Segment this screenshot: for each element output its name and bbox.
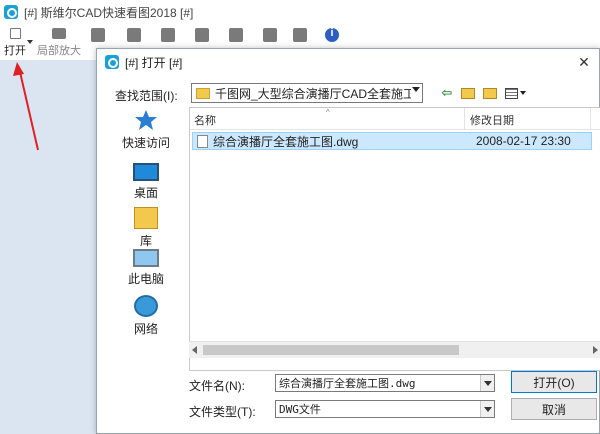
file-type-dropdown[interactable]: DWG文件: [275, 400, 495, 418]
column-name[interactable]: 名称: [194, 112, 216, 128]
app-title: [#] 斯维尔CAD快速看图2018 [#]: [24, 5, 194, 20]
cancel-button[interactable]: 取消: [511, 398, 597, 420]
file-type-value: DWG文件: [279, 403, 321, 416]
file-modified: 2008-02-17 23:30: [476, 134, 571, 148]
look-in-value: 千图网_大型综合演播厅CAD全套施工图dw: [215, 86, 411, 101]
network-icon: [134, 295, 158, 317]
chevron-down-icon[interactable]: [412, 87, 420, 92]
places-bar: 快速访问 桌面 库 此电脑 网络: [107, 109, 185, 349]
new-folder-icon[interactable]: [481, 84, 499, 102]
place-library[interactable]: 库: [107, 207, 185, 249]
column-divider[interactable]: [590, 108, 591, 130]
back-arrow-icon[interactable]: ⇦: [438, 84, 456, 102]
place-label: 库: [139, 234, 152, 248]
magnifier-icon: [52, 28, 66, 39]
place-desktop[interactable]: 桌面: [107, 163, 185, 201]
place-network[interactable]: 网络: [107, 295, 185, 337]
view-menu-icon[interactable]: [502, 84, 528, 102]
close-icon[interactable]: ✕: [575, 53, 593, 71]
open-button-label: 打开: [4, 45, 26, 57]
dialog-titlebar: [#] 打开 [#] ✕: [97, 49, 599, 75]
library-icon: [134, 207, 158, 229]
column-modified[interactable]: 修改日期: [470, 112, 514, 128]
column-divider[interactable]: [464, 108, 465, 130]
file-name-value: 综合演播厅全套施工图.dwg: [279, 377, 416, 390]
chevron-down-icon[interactable]: [480, 375, 494, 391]
open-file-icon: [9, 28, 21, 39]
chevron-down-icon[interactable]: [480, 401, 494, 417]
dialog-title: [#] 打开 [#]: [125, 55, 183, 70]
scrollbar-thumb[interactable]: [203, 345, 459, 355]
file-list-header: 名称 ^ 修改日期: [190, 108, 600, 130]
scroll-right-icon[interactable]: [593, 346, 598, 354]
workspace-side-panel: [0, 60, 96, 434]
info-icon: [325, 27, 339, 42]
open-button[interactable]: 打开: [2, 24, 28, 58]
open-confirm-button[interactable]: 打开(O): [511, 371, 597, 393]
zoom-icon: [91, 28, 105, 42]
open-confirm-label: 打开(O): [533, 375, 575, 390]
file-list[interactable]: 名称 ^ 修改日期 综合演播厅全套施工图.dwg 2008-02-17 23:3…: [189, 107, 600, 371]
place-label: 快速访问: [121, 136, 170, 150]
up-folder-icon[interactable]: [459, 84, 477, 102]
scroll-left-icon[interactable]: [192, 346, 197, 354]
horizontal-scrollbar[interactable]: [189, 341, 600, 358]
file-name: 综合演播厅全套施工图.dwg: [213, 134, 359, 149]
sort-caret-icon: ^: [326, 108, 330, 117]
open-dropdown-arrow-icon[interactable]: [27, 40, 33, 44]
place-quick-access[interactable]: 快速访问: [107, 109, 185, 151]
fit-extents-icon: [161, 28, 175, 42]
zoom-region-label: 局部放大: [37, 45, 81, 57]
pan-hand-icon: [195, 28, 209, 42]
computer-icon: [133, 249, 159, 267]
layers-icon: [263, 28, 277, 42]
place-label: 桌面: [133, 186, 158, 200]
open-file-dialog: [#] 打开 [#] ✕ 查找范围(I): 千图网_大型综合演播厅CAD全套施工…: [96, 48, 600, 434]
file-type-label: 文件类型(T):: [189, 405, 256, 419]
place-label: 网络: [133, 322, 158, 336]
cancel-label: 取消: [541, 402, 566, 417]
zoom-region-button[interactable]: 局部放大: [36, 24, 82, 58]
folder-icon: [196, 87, 210, 99]
dialog-logo-icon: [105, 55, 119, 69]
desktop-icon: [133, 163, 159, 181]
place-label: 此电脑: [127, 272, 164, 286]
zoom-out-icon: [127, 28, 141, 42]
dwg-file-icon: [197, 134, 208, 148]
square-icon: [293, 28, 307, 42]
app-titlebar: [#] 斯维尔CAD快速看图2018 [#]: [0, 0, 600, 24]
look-in-dropdown[interactable]: 千图网_大型综合演播厅CAD全套施工图dw: [191, 83, 423, 103]
file-name-field[interactable]: 综合演播厅全套施工图.dwg: [275, 374, 495, 392]
star-icon: [135, 110, 157, 130]
file-row[interactable]: 综合演播厅全套施工图.dwg 2008-02-17 23:30: [192, 132, 592, 150]
place-this-pc[interactable]: 此电脑: [107, 249, 185, 287]
file-name-label: 文件名(N):: [189, 379, 245, 393]
app-logo-icon: [4, 5, 18, 19]
rotate-icon: [229, 28, 243, 42]
look-in-label: 查找范围(I):: [115, 89, 178, 103]
